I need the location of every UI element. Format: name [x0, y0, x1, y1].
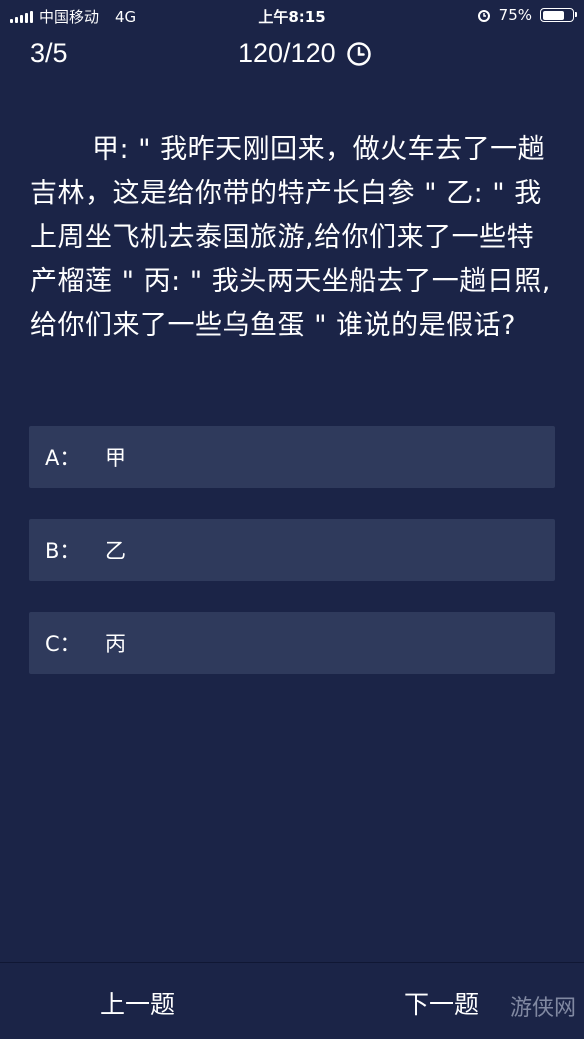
option-value: 丙 — [105, 632, 126, 656]
alarm-icon — [477, 10, 490, 22]
timer: 120/120 — [238, 38, 372, 69]
question-progress: 3/5 — [30, 38, 68, 68]
question-text: 甲: " 我昨天刚回来，做火车去了一趟吉林，这是给你带的特产长白参 " 乙: "… — [30, 134, 551, 341]
timer-label: 120/120 — [238, 38, 336, 68]
option-key: B： — [45, 539, 81, 563]
option-c[interactable]: C： 丙 — [29, 612, 555, 674]
option-value: 甲 — [105, 446, 126, 470]
battery-icon — [540, 8, 577, 22]
option-b[interactable]: B： 乙 — [29, 519, 555, 581]
option-key: A： — [45, 446, 81, 470]
battery-percent: 75% — [498, 6, 532, 24]
prev-question-button[interactable]: 上一题 — [100, 985, 175, 1021]
bottom-nav: 上一题 下一题 游侠网 — [0, 962, 584, 1039]
clock-icon — [346, 41, 371, 66]
status-right: 75% — [477, 6, 577, 24]
status-bar: 中国移动 4G 上午8:15 75% — [0, 0, 584, 30]
option-a[interactable]: A： 甲 — [29, 426, 555, 488]
next-question-button[interactable]: 下一题 — [404, 985, 479, 1021]
option-value: 乙 — [105, 539, 126, 563]
option-key: C： — [45, 632, 81, 656]
battery-fill — [542, 10, 564, 20]
watermark: 游侠网 — [509, 996, 576, 1021]
